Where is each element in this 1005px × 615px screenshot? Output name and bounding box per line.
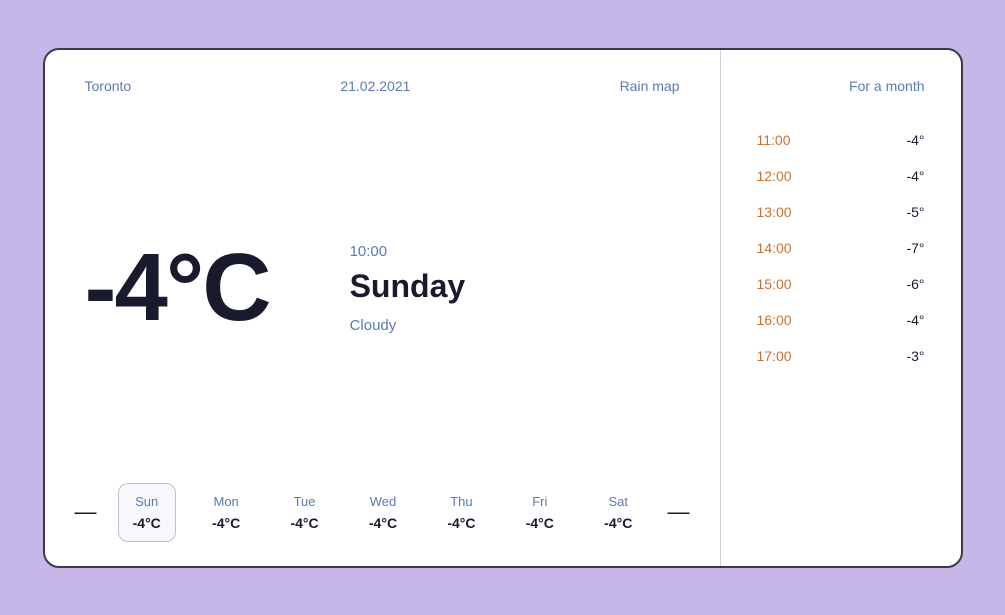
hourly-time: 15:00 bbox=[757, 276, 812, 292]
forecast-day-temp: -4°C bbox=[212, 515, 240, 531]
forecast-day-name: Sat bbox=[608, 494, 628, 509]
bottom-forecast: — Sun-4°CMon-4°CTue-4°CWed-4°CThu-4°CFri… bbox=[45, 483, 720, 566]
top-nav: Toronto 21.02.2021 Rain map bbox=[45, 50, 720, 94]
forecast-day-name: Mon bbox=[213, 494, 238, 509]
forecast-day-temp: -4°C bbox=[604, 515, 632, 531]
hourly-temp: -7° bbox=[906, 240, 924, 256]
right-panel: For a month 11:00 -4° 12:00 -4° 13:00 -5° 14:0… bbox=[721, 50, 961, 566]
forecast-days: Sun -4°C Mon -4°C Tue -4°C Wed -4°C Thu -4°C Fri -4… bbox=[107, 483, 658, 542]
left-panel: Toronto 21.02.2021 Rain map -4°C 10:00 S… bbox=[45, 50, 721, 566]
prev-arrow[interactable]: — bbox=[65, 499, 107, 525]
forecast-day-name: Wed bbox=[370, 494, 397, 509]
hourly-temp: -5° bbox=[906, 204, 924, 220]
forecast-day-name: Fri bbox=[532, 494, 547, 509]
next-arrow[interactable]: — bbox=[658, 499, 700, 525]
hourly-item: 14:00 -7° bbox=[741, 230, 941, 266]
forecast-day[interactable]: Tue -4°C bbox=[276, 484, 332, 541]
hourly-temp: -4° bbox=[906, 312, 924, 328]
hourly-time: 17:00 bbox=[757, 348, 812, 364]
weather-card: Toronto 21.02.2021 Rain map -4°C 10:00 S… bbox=[43, 48, 963, 568]
forecast-day[interactable]: Thu -4°C bbox=[433, 484, 489, 541]
forecast-day-name: Thu bbox=[450, 494, 472, 509]
forecast-day[interactable]: Mon -4°C bbox=[198, 484, 254, 541]
forecast-day-temp: -4°C bbox=[133, 515, 161, 531]
current-time: 10:00 bbox=[350, 243, 466, 260]
hourly-time: 16:00 bbox=[757, 312, 812, 328]
hourly-list: 11:00 -4° 12:00 -4° 13:00 -5° 14:00 -7° 15:00 -6°… bbox=[721, 122, 961, 374]
rain-map-link[interactable]: Rain map bbox=[620, 78, 680, 94]
hourly-item: 15:00 -6° bbox=[741, 266, 941, 302]
city-label[interactable]: Toronto bbox=[85, 78, 132, 94]
hourly-temp: -6° bbox=[906, 276, 924, 292]
hourly-item: 11:00 -4° bbox=[741, 122, 941, 158]
forecast-day[interactable]: Sun -4°C bbox=[118, 483, 176, 542]
forecast-day-name: Sun bbox=[135, 494, 158, 509]
forecast-day-temp: -4°C bbox=[290, 515, 318, 531]
forecast-day-name: Tue bbox=[294, 494, 316, 509]
forecast-day-temp: -4°C bbox=[526, 515, 554, 531]
hourly-item: 13:00 -5° bbox=[741, 194, 941, 230]
temperature-display: -4°C bbox=[85, 240, 270, 336]
hourly-time: 14:00 bbox=[757, 240, 812, 256]
hourly-item: 12:00 -4° bbox=[741, 158, 941, 194]
hourly-time: 13:00 bbox=[757, 204, 812, 220]
forecast-day[interactable]: Wed -4°C bbox=[355, 484, 411, 541]
date-label: 21.02.2021 bbox=[340, 78, 410, 94]
hourly-time: 12:00 bbox=[757, 168, 812, 184]
hourly-temp: -4° bbox=[906, 132, 924, 148]
hourly-temp: -3° bbox=[906, 348, 924, 364]
weather-condition: Cloudy bbox=[350, 317, 466, 334]
hourly-item: 16:00 -4° bbox=[741, 302, 941, 338]
current-day: Sunday bbox=[350, 268, 466, 305]
hourly-temp: -4° bbox=[906, 168, 924, 184]
forecast-day-temp: -4°C bbox=[369, 515, 397, 531]
main-area: -4°C 10:00 Sunday Cloudy bbox=[45, 94, 720, 483]
forecast-day-temp: -4°C bbox=[447, 515, 475, 531]
forecast-day[interactable]: Fri -4°C bbox=[512, 484, 568, 541]
for-a-month-link[interactable]: For a month bbox=[721, 78, 961, 94]
hourly-time: 11:00 bbox=[757, 132, 812, 148]
time-weather: 10:00 Sunday Cloudy bbox=[350, 243, 466, 334]
hourly-item: 17:00 -3° bbox=[741, 338, 941, 374]
forecast-day[interactable]: Sat -4°C bbox=[590, 484, 646, 541]
